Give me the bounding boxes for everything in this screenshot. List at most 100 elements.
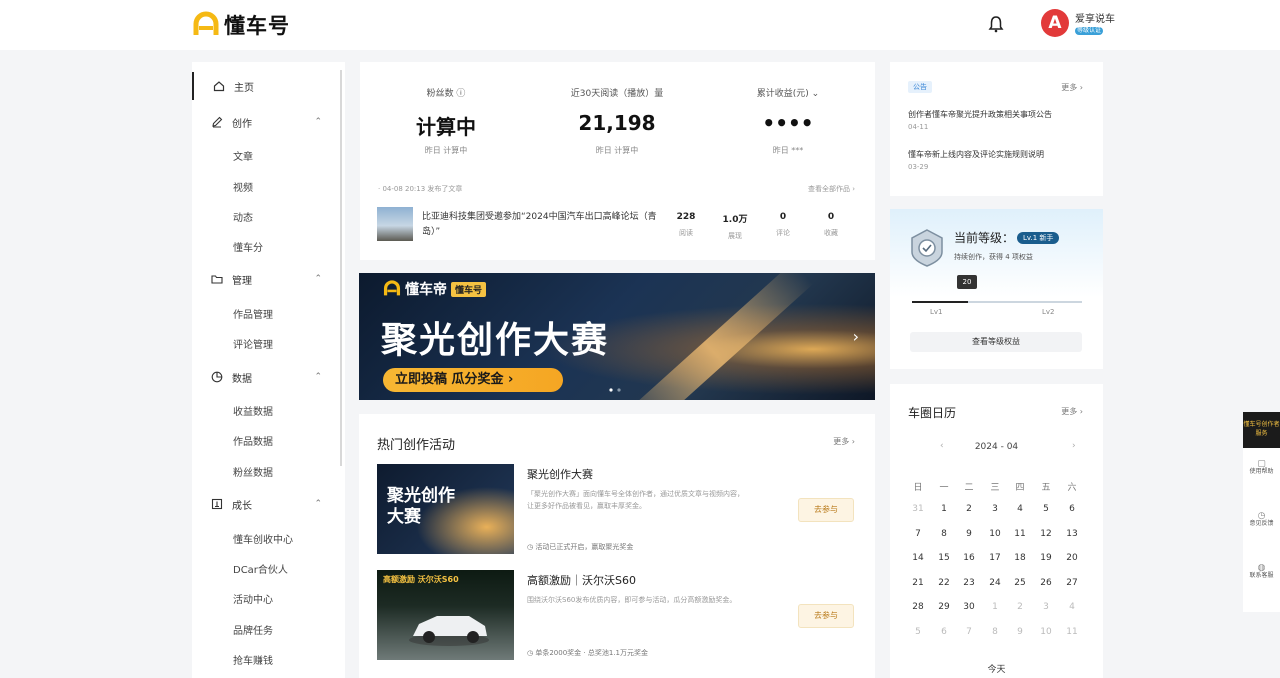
stat-reads[interactable]: 近30天阅读（播放）量 21,198 昨日 计算中	[537, 86, 697, 156]
calendar-day[interactable]: 24	[983, 578, 1007, 588]
sidebar-item-income-data[interactable]: 收益数据	[233, 403, 273, 418]
calendar-day[interactable]: 25	[1008, 578, 1032, 588]
view-level-rights-button[interactable]: 查看等级权益	[910, 332, 1082, 352]
creator-service-entry[interactable]: 懂车号创作者服务	[1243, 412, 1280, 448]
calendar-day[interactable]: 7	[906, 529, 930, 539]
carousel-dots[interactable]	[608, 388, 628, 392]
sidebar-item-article[interactable]: 文章	[233, 148, 253, 163]
next-month-icon[interactable]: ›	[1072, 441, 1076, 451]
stat-income[interactable]: 累计收益(元) ⌄ •••• 昨日 ***	[708, 86, 868, 156]
calendar-day[interactable]: 28	[906, 602, 930, 612]
level-progress-track	[912, 301, 1082, 303]
notice-text[interactable]: 创作者懂车帝聚光提升政策相关事项公告	[908, 109, 1083, 120]
more-link[interactable]: 更多 ›	[1061, 406, 1083, 417]
calendar-day[interactable]: 5	[906, 627, 930, 637]
feedback-button[interactable]: ◷ 意见反馈	[1243, 512, 1280, 528]
activity-meta: ◷ 活动已正式开启，赢取聚光奖金	[527, 543, 634, 551]
calendar-day[interactable]: 9	[957, 529, 981, 539]
calendar-day[interactable]: 17	[983, 553, 1007, 563]
sidebar-group-data[interactable]: 数据 ⌃	[192, 363, 340, 391]
join-button[interactable]: 去参与	[798, 604, 854, 628]
calendar-day[interactable]: 20	[1060, 553, 1084, 563]
today-button[interactable]: 今天	[890, 662, 1103, 675]
calendar-day[interactable]: 19	[1034, 553, 1058, 563]
banner-cta-button[interactable]: 立即投稿 瓜分奖金 ›	[383, 368, 563, 392]
activity-thumbnail[interactable]: 高额激励 沃尔沃S60	[377, 570, 514, 660]
sidebar-group-create[interactable]: 创作 ⌃	[192, 108, 340, 136]
calendar-day[interactable]: 1	[983, 602, 1007, 612]
activity-item[interactable]: 高额激励 沃尔沃S60 高额激励｜沃尔沃S60 围绕沃尔沃S60发布优质内容，即…	[377, 570, 857, 660]
activity-title[interactable]: 聚光创作大赛	[527, 466, 593, 482]
calendar-day[interactable]: 3	[1034, 602, 1058, 612]
calendar-day[interactable]: 6	[1060, 504, 1084, 514]
sidebar-item-works-data[interactable]: 作品数据	[233, 433, 273, 448]
calendar-day[interactable]: 10	[1034, 627, 1058, 637]
calendar-day[interactable]: 11	[1008, 529, 1032, 539]
sidebar-item-fans-data[interactable]: 粉丝数据	[233, 464, 273, 479]
stat-fans[interactable]: 粉丝数 ⓘ 计算中 昨日 计算中	[366, 86, 526, 156]
view-all-works-link[interactable]: 查看全部作品 ›	[808, 184, 855, 194]
sidebar-item-activity-center[interactable]: 活动中心	[233, 591, 273, 606]
bell-icon[interactable]	[986, 14, 1006, 34]
calendar-day[interactable]: 4	[1060, 602, 1084, 612]
help-button[interactable]: ▢ 使用帮助	[1243, 460, 1280, 476]
activity-title[interactable]: 高额激励｜沃尔沃S60	[527, 572, 636, 588]
sidebar-group-manage[interactable]: 管理 ⌃	[192, 265, 340, 293]
sidebar-scrollbar[interactable]	[340, 70, 342, 466]
sidebar-item-home[interactable]: 主页	[192, 72, 340, 100]
banner-next-arrow-icon[interactable]: ›	[853, 327, 859, 346]
calendar-day[interactable]: 10	[983, 529, 1007, 539]
service-button[interactable]: ◍ 联系客服	[1243, 564, 1280, 580]
calendar-day[interactable]: 23	[957, 578, 981, 588]
logo[interactable]: 懂车号	[192, 10, 290, 40]
more-link[interactable]: 更多 ›	[833, 436, 855, 447]
calendar-day[interactable]: 1	[932, 504, 956, 514]
sidebar-item-dcar-partner[interactable]: DCar合伙人	[233, 561, 288, 576]
calendar-day[interactable]: 2	[957, 504, 981, 514]
calendar-day[interactable]: 30	[957, 602, 981, 612]
user-name[interactable]: 爱享说车	[1075, 10, 1115, 25]
sidebar-item-dongchefen[interactable]: 懂车分	[233, 239, 263, 254]
calendar-day[interactable]: 2	[1008, 602, 1032, 612]
calendar-day[interactable]: 8	[932, 529, 956, 539]
notice-item[interactable]: 懂车帝新上线内容及评论实施规则说明 03-29	[908, 149, 1083, 171]
calendar-day[interactable]: 18	[1008, 553, 1032, 563]
sidebar-item-comments-manage[interactable]: 评论管理	[233, 336, 273, 351]
calendar-day[interactable]: 5	[1034, 504, 1058, 514]
calendar-day[interactable]: 3	[983, 504, 1007, 514]
calendar-day[interactable]: 29	[932, 602, 956, 612]
calendar-day[interactable]: 4	[1008, 504, 1032, 514]
calendar-day[interactable]: 21	[906, 578, 930, 588]
calendar-day[interactable]: 6	[932, 627, 956, 637]
calendar-day[interactable]: 11	[1060, 627, 1084, 637]
sidebar-item-brand-tasks[interactable]: 品牌任务	[233, 622, 273, 637]
notice-text[interactable]: 懂车帝新上线内容及评论实施规则说明	[908, 149, 1083, 160]
calendar-day[interactable]: 16	[957, 553, 981, 563]
sidebar-item-works-manage[interactable]: 作品管理	[233, 306, 273, 321]
calendar-day[interactable]: 31	[906, 504, 930, 514]
join-button[interactable]: 去参与	[798, 498, 854, 522]
calendar-day[interactable]: 27	[1060, 578, 1084, 588]
calendar-day[interactable]: 14	[906, 553, 930, 563]
avatar[interactable]: A	[1041, 9, 1069, 37]
sidebar-group-growth[interactable]: 成长 ⌃	[192, 490, 340, 518]
calendar-day[interactable]: 8	[983, 627, 1007, 637]
recent-post-thumbnail[interactable]	[377, 207, 413, 241]
calendar-day[interactable]: 22	[932, 578, 956, 588]
more-link[interactable]: 更多 ›	[1061, 82, 1083, 93]
sidebar-item-income-center[interactable]: 懂车创收中心	[233, 531, 293, 546]
notice-item[interactable]: 创作者懂车帝聚光提升政策相关事项公告 04-11	[908, 109, 1083, 131]
activity-thumbnail[interactable]: 聚光创作大赛	[377, 464, 514, 554]
recent-post-title[interactable]: 比亚迪科技集团受邀参加“2024中国汽车出口高峰论坛（青岛）”	[422, 210, 662, 240]
calendar-day[interactable]: 26	[1034, 578, 1058, 588]
calendar-day[interactable]: 13	[1060, 529, 1084, 539]
promo-banner[interactable]: 懂车帝 懂车号 聚光创作大赛 立即投稿 瓜分奖金 › ›	[359, 273, 875, 400]
activity-item[interactable]: 聚光创作大赛 聚光创作大赛 「聚光创作大赛」面向懂车号全体创作者，通过优质文章与…	[377, 464, 857, 554]
sidebar-item-moment[interactable]: 动态	[233, 209, 253, 224]
sidebar-item-video[interactable]: 视频	[233, 179, 253, 194]
calendar-day[interactable]: 9	[1008, 627, 1032, 637]
calendar-day[interactable]: 7	[957, 627, 981, 637]
sidebar-item-earn[interactable]: 抢车赚钱	[233, 652, 273, 667]
calendar-day[interactable]: 12	[1034, 529, 1058, 539]
calendar-day[interactable]: 15	[932, 553, 956, 563]
